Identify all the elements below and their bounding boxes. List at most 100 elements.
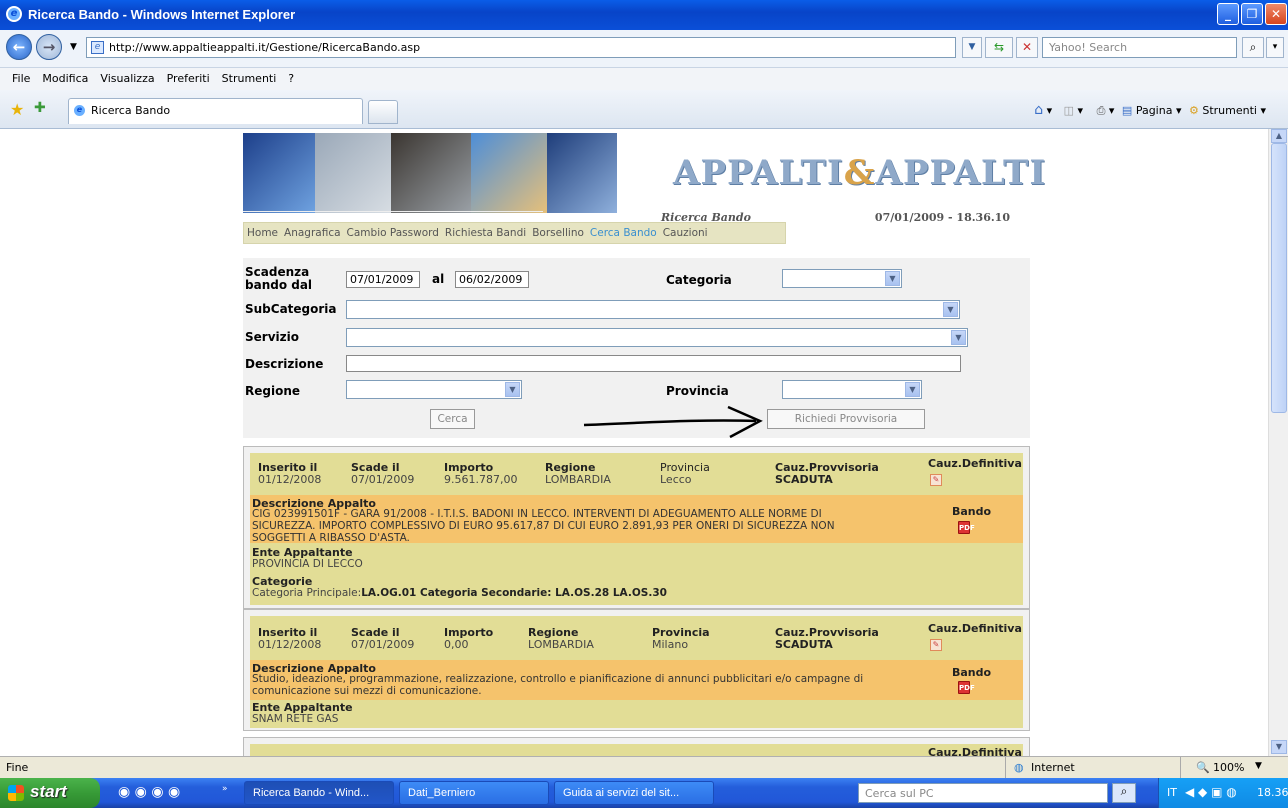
language-indicator[interactable]: IT [1167, 786, 1177, 799]
quicklaunch-icons[interactable]: ◉ ◉ ◉ ◉ [118, 784, 180, 800]
chevron-down-icon: ▼ [951, 330, 966, 345]
vertical-scrollbar[interactable]: ▲ ▼ [1268, 129, 1288, 756]
taskbar-folder-button[interactable]: Dati_Berniero [399, 781, 549, 805]
print-icon[interactable]: ⎙ [1097, 104, 1106, 117]
nav-cauzioni[interactable]: Cauzioni [663, 227, 708, 239]
nav-home[interactable]: Home [247, 227, 278, 239]
richiedi-provvisoria-button[interactable]: Richiedi Provvisoria [767, 409, 925, 429]
result-ente-row: Ente Appaltante PROVINCIA DI LECCO Categ… [250, 543, 1023, 605]
nav-richiesta-bandi[interactable]: Richiesta Bandi [445, 227, 526, 239]
nav-borsellino[interactable]: Borsellino [532, 227, 584, 239]
taskbar-ie-button[interactable]: Ricerca Bando - Wind... [244, 781, 394, 805]
command-bar: ⌂ ▾ ◫ ▾ ⎙ ▾ ▤ Pagina ▾ ⚙ Strumenti ▾ [1034, 102, 1266, 118]
result-description-row: Descrizione Appalto CIG 023991501F - GAR… [250, 495, 1023, 544]
result-card-partial: Cauz.Definitiva [243, 737, 1030, 756]
date-to-input[interactable]: 06/02/2009 [455, 271, 529, 288]
menu-file[interactable]: File [12, 72, 30, 85]
taskbar-doc-button[interactable]: Guida ai servizi del sit... [554, 781, 714, 805]
categoria-select[interactable]: ▼ [782, 269, 902, 288]
home-icon[interactable]: ⌂ [1034, 102, 1043, 118]
result-header-row: Inserito il 01/12/2008 Scade il 07/01/20… [250, 453, 1023, 495]
cauzione-definitiva-icon[interactable]: ✎ [930, 639, 942, 651]
zoom-icon: 🔍 [1196, 761, 1210, 774]
scroll-up-icon[interactable]: ▲ [1271, 129, 1287, 143]
page-content: APPALTI&APPALTI Ricerca Bando 07/01/2009… [0, 129, 1268, 756]
minimize-button[interactable]: _ [1217, 3, 1239, 25]
search-options-icon[interactable]: ▾ [1266, 37, 1284, 58]
search-icon[interactable]: ⌕ [1242, 37, 1264, 58]
tray-icons[interactable]: ◀ ◆ ▣ ◍ [1185, 785, 1237, 799]
descrizione-input[interactable] [346, 355, 961, 372]
nav-cambio-password[interactable]: Cambio Password [347, 227, 439, 239]
page-menu[interactable]: Pagina [1136, 104, 1173, 117]
date-from-input[interactable]: 07/01/2009 [346, 271, 420, 288]
scroll-down-icon[interactable]: ▼ [1271, 740, 1287, 754]
system-tray: IT ◀ ◆ ▣ ◍ 18.36 [1158, 778, 1288, 808]
menu-visualizza[interactable]: Visualizza [100, 72, 154, 85]
quicklaunch-more-icon[interactable]: » [222, 784, 228, 794]
bando-pdf-icon[interactable]: PDF [958, 681, 975, 694]
zoom-level[interactable]: 100% [1213, 761, 1244, 774]
banner-house-image [471, 133, 547, 213]
page-favicon-icon: e [91, 41, 104, 54]
windows-logo-icon [8, 785, 24, 801]
status-text: Fine [6, 761, 29, 774]
taskbar: start ◉ ◉ ◉ ◉ » Ricerca Bando - Wind... … [0, 778, 1288, 808]
clock: 18.36 [1257, 786, 1288, 799]
stop-icon[interactable]: ✕ [1016, 37, 1038, 58]
forward-button[interactable]: → [36, 34, 62, 60]
close-button[interactable]: ✕ [1265, 3, 1287, 25]
banner-business-image [315, 133, 391, 213]
cauzione-definitiva-icon[interactable]: ✎ [930, 474, 942, 486]
bando-pdf-icon[interactable]: PDF [958, 521, 975, 534]
zoom-dropdown-icon[interactable]: ▼ [1255, 761, 1262, 771]
favorites-star-icon[interactable]: ★ [10, 100, 24, 119]
feeds-icon[interactable]: ◫ [1064, 104, 1074, 117]
ie-logo-icon: e [6, 6, 22, 22]
menu-help[interactable]: ? [288, 72, 294, 85]
cerca-button[interactable]: Cerca [430, 409, 475, 429]
maximize-button[interactable]: ❐ [1241, 3, 1263, 25]
descrizione-label: Descrizione [245, 357, 324, 371]
new-tab-button[interactable] [368, 100, 398, 124]
url-dropdown-icon[interactable]: ▼ [962, 37, 982, 58]
desktop-search-input[interactable]: Cerca sul PC [858, 783, 1108, 803]
subcategoria-label: SubCategoria [245, 302, 337, 316]
result-description-row: Descrizione Appalto Studio, ideazione, p… [250, 660, 1023, 700]
search-input[interactable]: Yahoo! Search [1042, 37, 1237, 58]
url-input[interactable]: e http://www.appaltieappalti.it/Gestione… [86, 37, 956, 58]
back-button[interactable]: ← [6, 34, 32, 60]
menu-strumenti[interactable]: Strumenti [222, 72, 277, 85]
start-button[interactable]: start [0, 778, 100, 808]
internet-zone-icon: ◍ [1014, 761, 1024, 774]
history-dropdown-icon[interactable]: ▼ [70, 42, 77, 52]
result-ente-row: Ente Appaltante SNAM RETE GAS [250, 700, 1023, 728]
provincia-select[interactable]: ▼ [782, 380, 922, 399]
chevron-down-icon: ▼ [885, 271, 900, 286]
menu-modifica[interactable]: Modifica [42, 72, 88, 85]
result-card: Inserito il 01/12/2008 Scade il 07/01/20… [243, 609, 1030, 731]
regione-select[interactable]: ▼ [346, 380, 522, 399]
tab-favicon-icon: e [73, 104, 86, 117]
site-logo: APPALTI&APPALTI [673, 153, 1047, 193]
menu-preferiti[interactable]: Preferiti [167, 72, 210, 85]
refresh-icon[interactable]: ⇆ [985, 37, 1013, 58]
tab-label: Ricerca Bando [91, 104, 171, 117]
nav-anagrafica[interactable]: Anagrafica [284, 227, 341, 239]
add-favorite-icon[interactable]: ✚ [34, 100, 46, 116]
nav-cerca-bando[interactable]: Cerca Bando [590, 227, 657, 239]
desktop-search-icon[interactable]: ⌕ [1112, 783, 1136, 803]
scrollbar-thumb[interactable] [1271, 143, 1287, 413]
site-nav: Home Anagrafica Cambio Password Richiesta B… [243, 222, 786, 244]
result-header-row: Inserito il 01/12/2008 Scade il 07/01/20… [250, 616, 1023, 660]
banner-handshake-image [391, 133, 471, 213]
tools-menu[interactable]: Strumenti [1202, 104, 1257, 117]
servizio-select[interactable]: ▼ [346, 328, 968, 347]
address-toolbar: ← → ▼ e http://www.appaltieappalti.it/Ge… [0, 30, 1288, 68]
servizio-label: Servizio [245, 330, 299, 344]
page-menu-icon: ▤ [1121, 104, 1133, 117]
subcategoria-select[interactable]: ▼ [346, 300, 960, 319]
site-banner: APPALTI&APPALTI Ricerca Bando 07/01/2009… [243, 133, 1045, 233]
tab-ricerca-bando[interactable]: e Ricerca Bando [68, 98, 363, 124]
window-title: Ricerca Bando - Windows Internet Explore… [28, 7, 296, 22]
